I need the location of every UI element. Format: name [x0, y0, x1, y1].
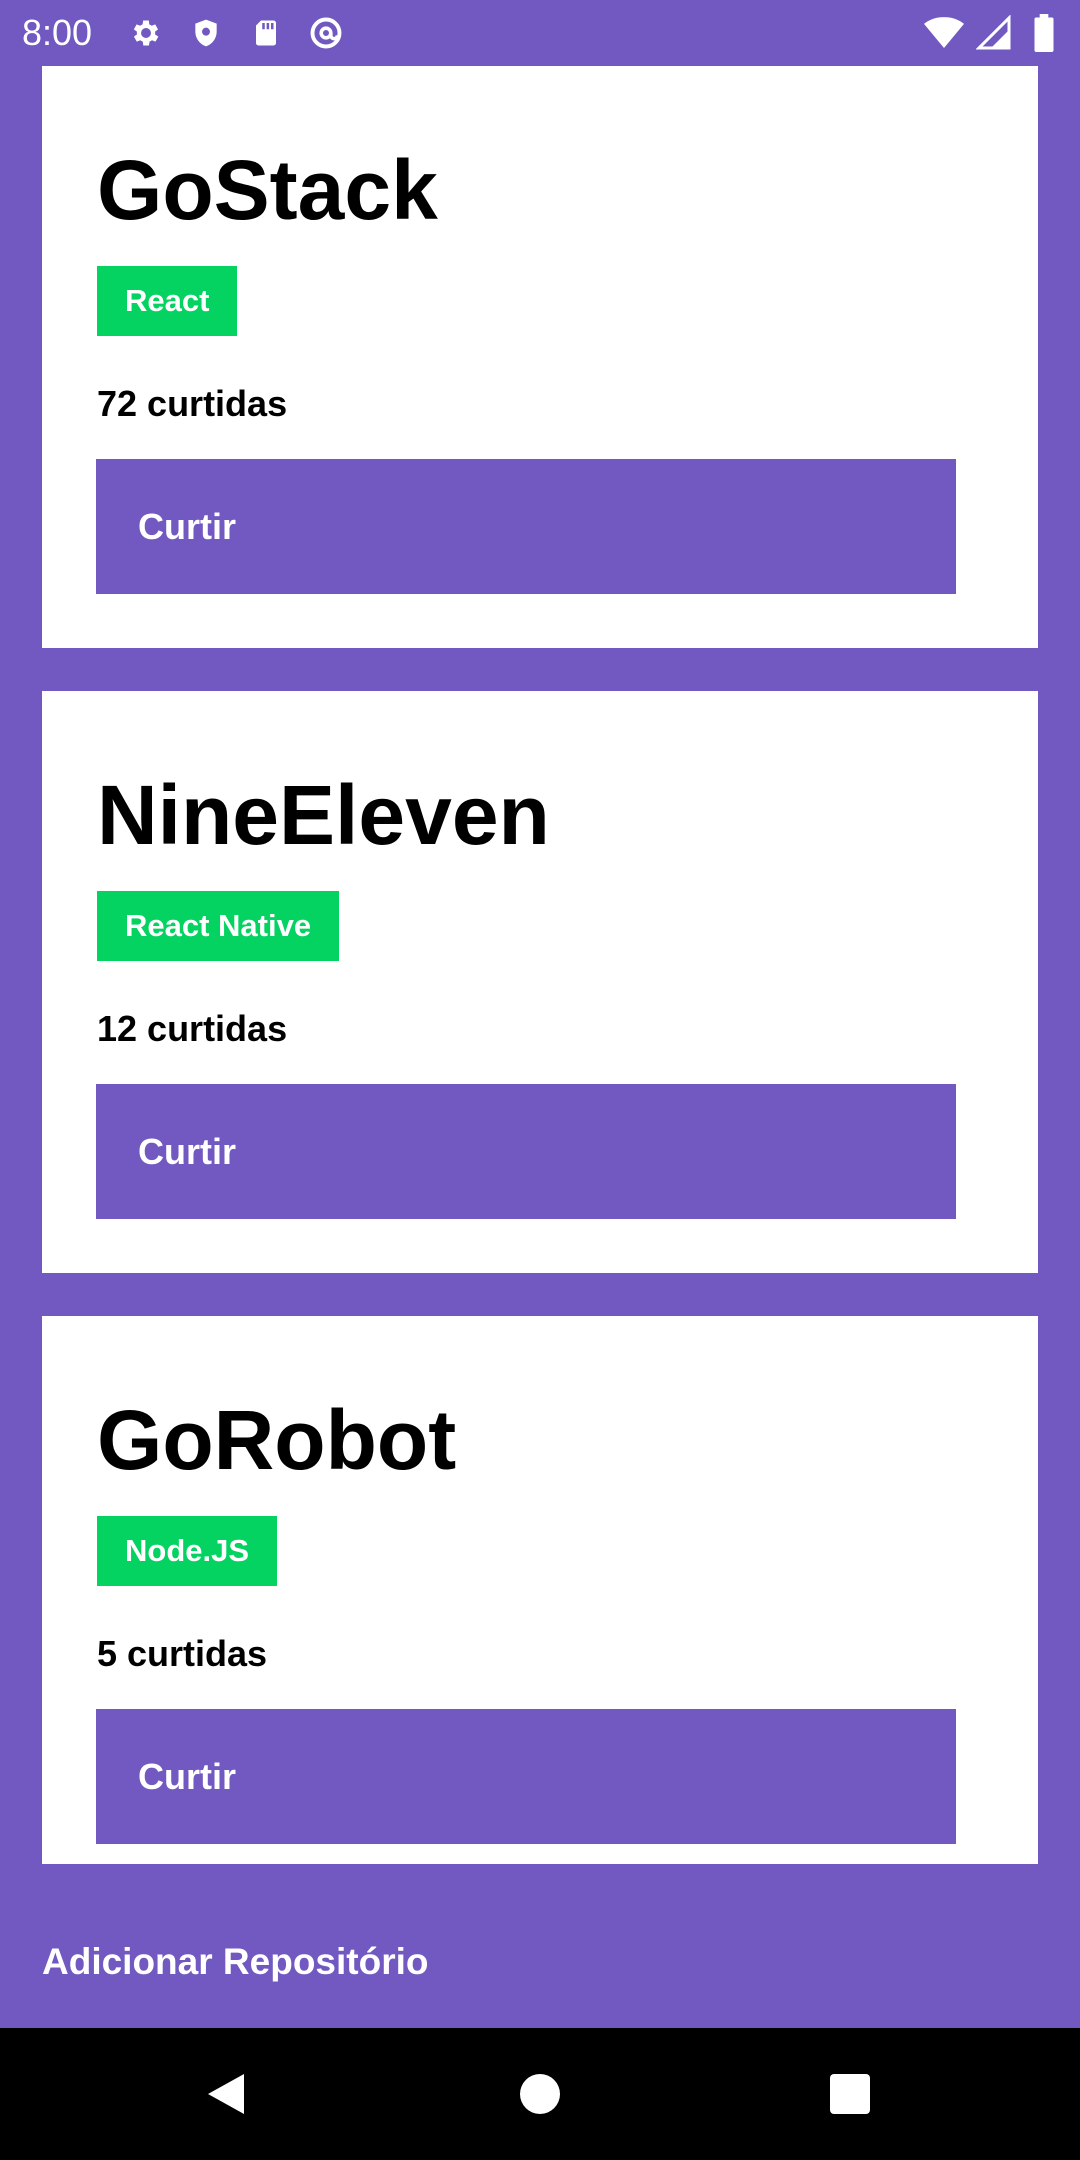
- repository-title: NineEleven: [97, 768, 550, 862]
- repository-title: GoRobot: [97, 1393, 457, 1487]
- like-button[interactable]: Curtir: [96, 1084, 956, 1219]
- recents-icon[interactable]: [820, 2064, 880, 2124]
- back-icon[interactable]: [196, 2064, 256, 2124]
- likes-count: 12 curtidas: [97, 1008, 288, 1049]
- like-button[interactable]: Curtir: [96, 459, 956, 594]
- repository-card: GoStack React 72 curtidas Curtir: [42, 66, 1038, 648]
- signal-icon: [974, 13, 1014, 53]
- sd-card-icon: [246, 13, 286, 53]
- status-bar: 8:00: [0, 0, 1080, 66]
- tech-badge: React: [97, 266, 238, 336]
- settings-gear-icon: [126, 13, 166, 53]
- shield-icon: [186, 13, 226, 53]
- home-icon[interactable]: [510, 2064, 570, 2124]
- likes-count: 5 curtidas: [97, 1633, 268, 1674]
- status-icons-right: [924, 12, 1064, 54]
- add-repository-button[interactable]: Adicionar Repositório: [42, 1934, 428, 1990]
- like-button[interactable]: Curtir: [96, 1709, 956, 1844]
- likes-count: 72 curtidas: [97, 383, 288, 424]
- battery-icon: [1024, 13, 1064, 53]
- status-icons-left: [126, 12, 346, 54]
- repository-card: GoRobot Node.JS 5 curtidas Curtir: [42, 1316, 1038, 1864]
- navigation-bar: [0, 2028, 1080, 2160]
- wifi-icon: [924, 13, 964, 53]
- status-time: 8:00: [22, 12, 93, 53]
- repository-card: NineEleven React Native 12 curtidas Curt…: [42, 691, 1038, 1273]
- tech-badge: Node.JS: [97, 1516, 278, 1586]
- tech-badge: React Native: [97, 891, 340, 961]
- at-sign-icon: [306, 13, 346, 53]
- repository-title: GoStack: [97, 143, 438, 237]
